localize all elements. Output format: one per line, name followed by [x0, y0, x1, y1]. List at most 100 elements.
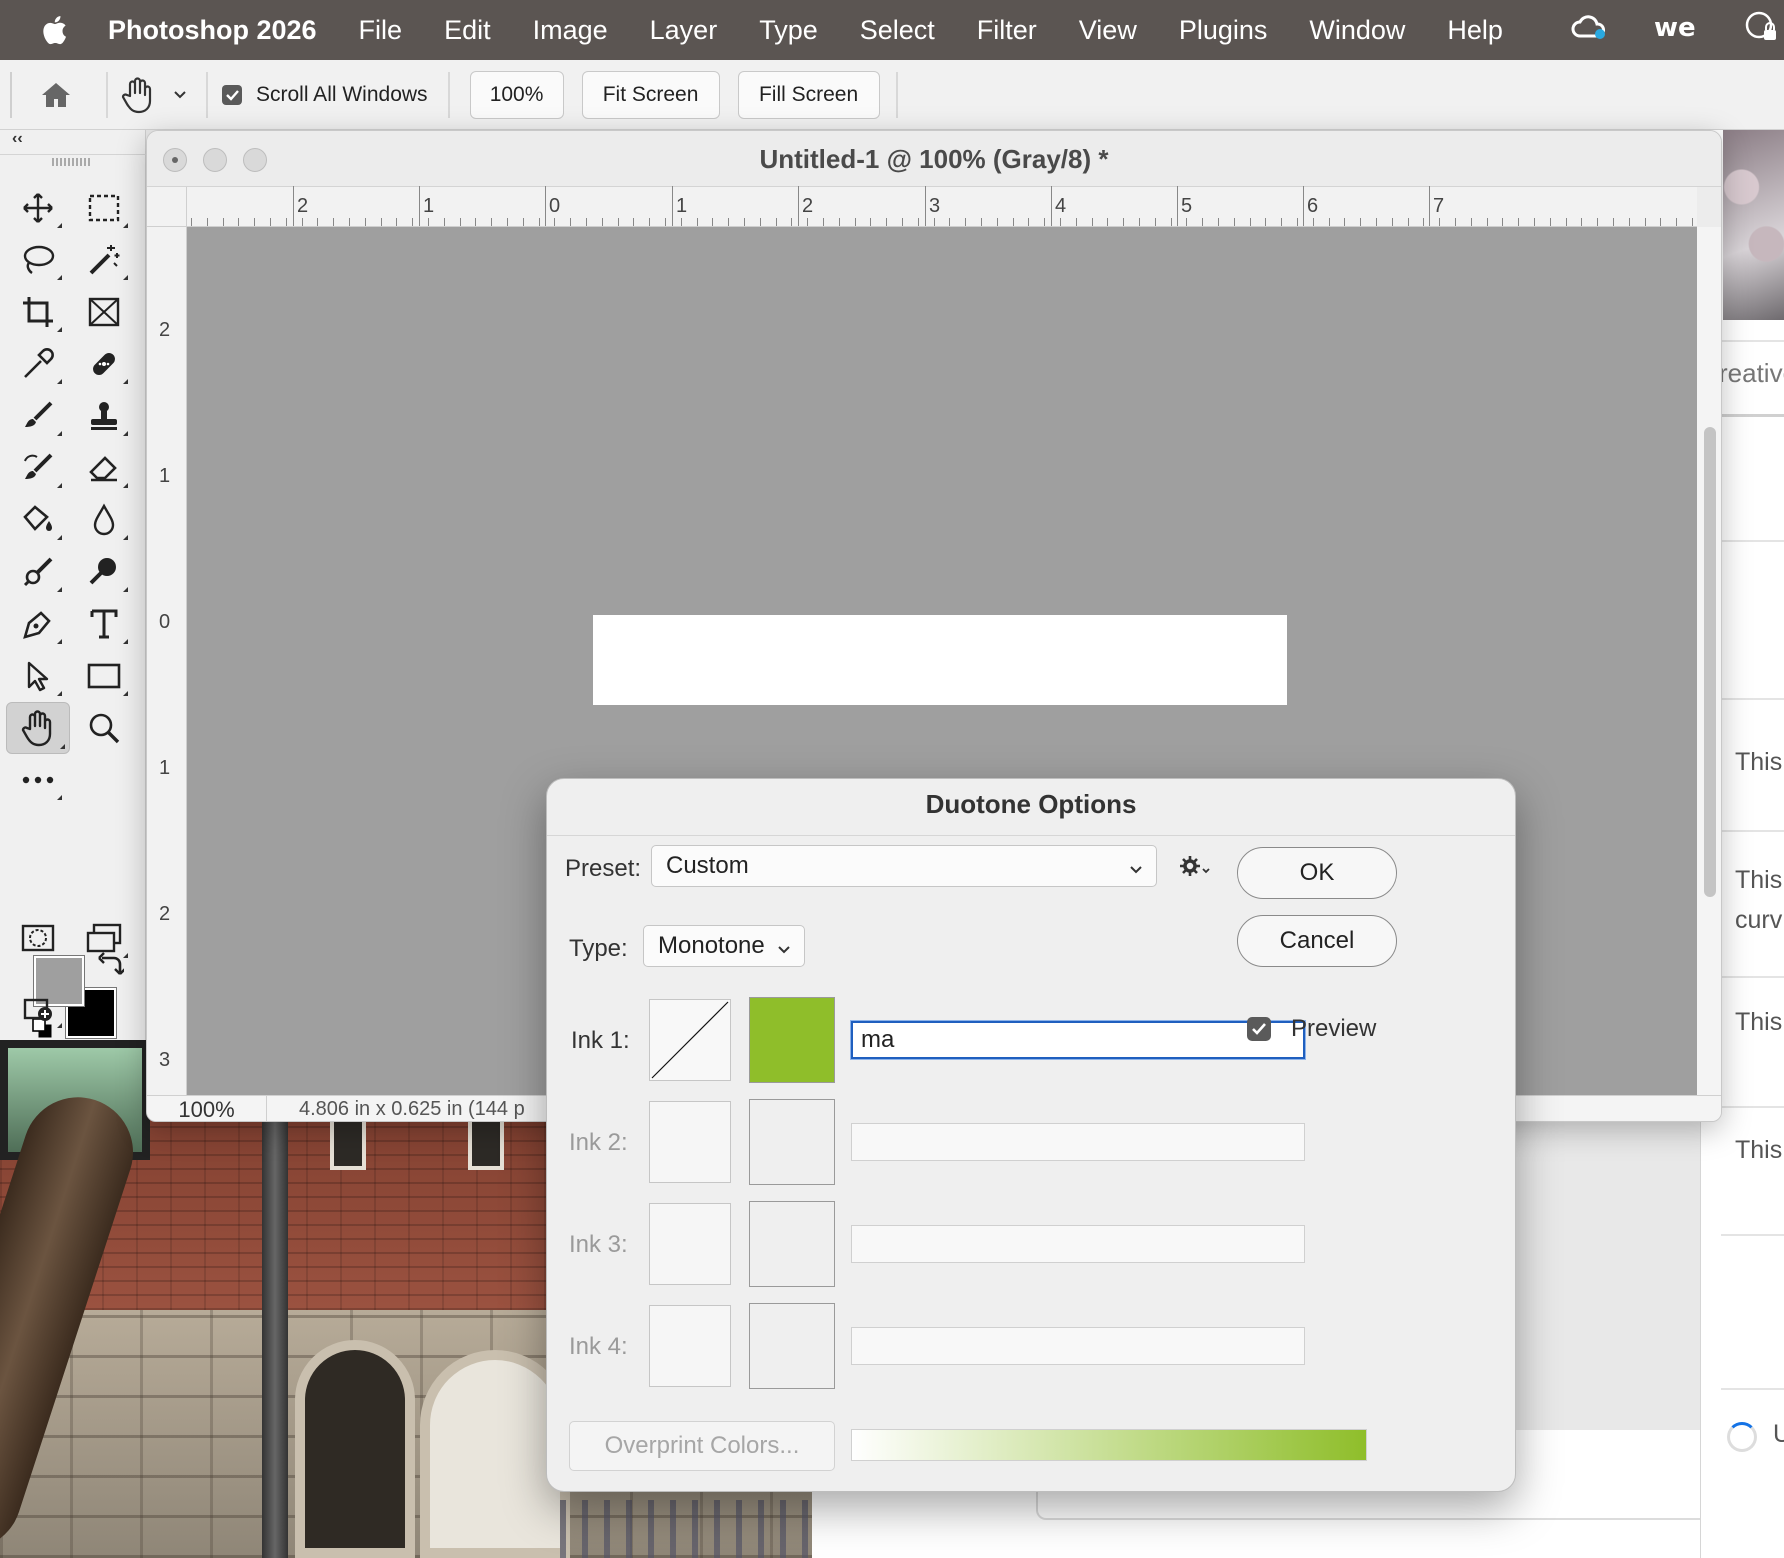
magic-wand-tool-icon[interactable] [76, 236, 132, 284]
type-select[interactable]: Monotone [643, 925, 805, 967]
menu-layer[interactable]: Layer [650, 15, 718, 46]
ink-2-curve-button[interactable] [649, 1101, 731, 1183]
menu-view[interactable]: View [1079, 15, 1137, 46]
status-zoom-field[interactable]: 100% [147, 1096, 267, 1121]
fit-screen-button[interactable]: Fit Screen [581, 70, 720, 119]
marquee-tool-icon[interactable] [76, 184, 132, 232]
ruler-minor-tick [491, 218, 493, 226]
ink-4-curve-button[interactable] [649, 1305, 731, 1387]
rectangle-tool-icon[interactable] [76, 652, 132, 700]
ruler-minor-tick [886, 218, 888, 226]
ruler-minor-tick [1391, 218, 1393, 226]
eraser-tool-icon[interactable] [76, 444, 132, 492]
menu-window[interactable]: Window [1309, 15, 1405, 46]
ink-1-curve-button[interactable] [649, 999, 731, 1081]
creative-cloud-icon[interactable] [1570, 12, 1610, 49]
eyedropper-tool-icon[interactable] [10, 340, 66, 388]
menu-image[interactable]: Image [533, 15, 608, 46]
preview-label[interactable]: Preview [1291, 1015, 1376, 1043]
quick-mask-icon[interactable] [10, 914, 66, 962]
ink-4-color-swatch[interactable] [749, 1303, 835, 1389]
ok-button[interactable]: OK [1237, 847, 1397, 899]
ruler-minor-tick [838, 218, 840, 226]
lasso-tool-icon[interactable] [10, 236, 66, 284]
hand-tool-preset-icon[interactable] [108, 76, 168, 114]
menu-select[interactable]: Select [860, 15, 935, 46]
chevron-down-icon [1128, 857, 1144, 885]
ruler-minor-tick [933, 218, 935, 226]
panel-grip[interactable] [52, 158, 92, 166]
app-name-menu[interactable]: Photoshop 2026 [108, 15, 317, 46]
scroll-all-windows-checkbox[interactable] [222, 84, 242, 105]
list-item[interactable]: This [1735, 1130, 1782, 1170]
ruler-label: 2 [297, 195, 309, 217]
vertical-ruler[interactable]: 2 1 0 1 2 3 [147, 227, 187, 1095]
blur-tool-icon[interactable] [76, 496, 132, 544]
vertical-scrollbar[interactable] [1697, 227, 1721, 1095]
dodge-tool-icon[interactable] [10, 548, 66, 596]
privacy-lock-icon[interactable] [1744, 10, 1778, 51]
ruler-minor-tick [665, 218, 666, 226]
collapse-panel-button[interactable]: ‹‹ [12, 130, 23, 148]
overprint-colors-button[interactable]: Overprint Colors... [569, 1421, 835, 1471]
pen-tool-icon[interactable] [10, 600, 66, 648]
preset-select[interactable]: Custom [651, 845, 1157, 887]
edit-toolbar-icon[interactable] [10, 984, 66, 1032]
cancel-button[interactable]: Cancel [1237, 915, 1397, 967]
horizontal-ruler[interactable]: 2 1 0 1 2 3 4 5 6 7 [187, 186, 1697, 227]
menu-filter[interactable]: Filter [977, 15, 1037, 46]
screen-mode-icon[interactable] [76, 914, 132, 962]
ruler-origin[interactable] [147, 187, 187, 227]
ink-1-color-swatch[interactable] [749, 997, 835, 1083]
ruler-minor-tick [728, 218, 730, 226]
document-size-info[interactable]: 4.806 in x 0.625 in (144 p [299, 1098, 525, 1121]
menu-edit[interactable]: Edit [444, 15, 491, 46]
ink-2-name-input[interactable] [851, 1123, 1305, 1161]
scroll-all-windows-label[interactable]: Scroll All Windows [256, 83, 428, 107]
home-icon[interactable] [26, 80, 86, 110]
document-titlebar[interactable]: Untitled-1 @ 100% (Gray/8) * [147, 131, 1721, 187]
zoom-100-button[interactable]: 100% [469, 70, 564, 119]
ruler-minor-tick [317, 218, 319, 226]
menu-type[interactable]: Type [759, 15, 818, 46]
preset-options-gear-icon[interactable] [1179, 855, 1213, 884]
menu-file[interactable]: File [359, 15, 403, 46]
menu-plugins[interactable]: Plugins [1179, 15, 1268, 46]
apple-menu-icon[interactable] [0, 15, 108, 45]
fill-screen-button[interactable]: Fill Screen [737, 70, 880, 119]
zoom-tool-icon[interactable] [76, 704, 132, 752]
crop-tool-icon[interactable] [10, 288, 66, 336]
scrollbar-thumb[interactable] [1704, 427, 1716, 897]
ink-3-curve-button[interactable] [649, 1203, 731, 1285]
ink-1-name-input[interactable]: ma [851, 1021, 1305, 1059]
ink-3-color-swatch[interactable] [749, 1201, 835, 1287]
list-item[interactable]: This [1735, 1002, 1782, 1042]
we-app-icon[interactable]: we [1652, 12, 1702, 49]
ink-4-name-input[interactable] [851, 1327, 1305, 1365]
ink-3-name-input[interactable] [851, 1225, 1305, 1263]
type-tool-icon[interactable] [76, 600, 132, 648]
ink-2-color-swatch[interactable] [749, 1099, 835, 1185]
document-canvas[interactable] [593, 615, 1287, 705]
list-item[interactable]: This [1735, 860, 1782, 900]
paint-bucket-tool-icon[interactable] [10, 496, 66, 544]
healing-brush-tool-icon[interactable] [76, 340, 132, 388]
ruler-major-tick [1051, 186, 1052, 226]
list-item[interactable]: curv [1735, 900, 1782, 940]
hand-tool-icon[interactable] [6, 702, 70, 754]
path-selection-tool-icon[interactable] [10, 652, 66, 700]
ruler-minor-tick [1502, 218, 1504, 226]
more-tools-icon[interactable] [10, 756, 66, 804]
preview-checkbox[interactable] [1247, 1017, 1271, 1041]
sponge-tool-icon[interactable] [76, 548, 132, 596]
menu-help[interactable]: Help [1447, 15, 1503, 46]
history-brush-tool-icon[interactable] [10, 444, 66, 492]
tab-label-fragment[interactable]: reative [1719, 358, 1784, 389]
clone-stamp-tool-icon[interactable] [76, 392, 132, 440]
chevron-down-icon[interactable] [168, 90, 192, 100]
move-tool-icon[interactable] [10, 184, 66, 232]
brush-tool-icon[interactable] [10, 392, 66, 440]
list-item[interactable]: This [1735, 742, 1782, 782]
ruler-minor-tick [254, 218, 256, 226]
frame-tool-icon[interactable] [76, 288, 132, 336]
